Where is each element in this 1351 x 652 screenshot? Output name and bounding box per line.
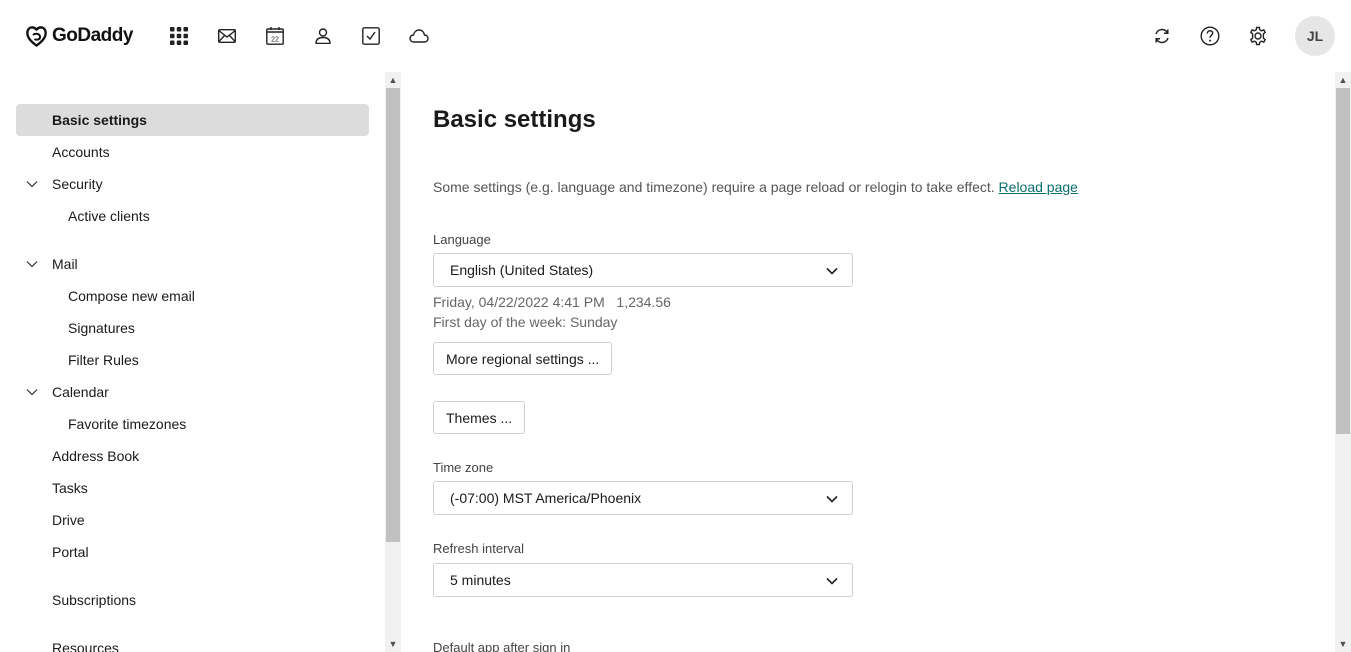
sidebar-item-calendar[interactable]: Calendar [16, 376, 369, 408]
sidebar-item-address-book[interactable]: Address Book [16, 440, 369, 472]
settings-main-panel: Basic settings Some settings (e.g. langu… [401, 72, 1335, 652]
language-value: English (United States) [450, 262, 594, 278]
chevron-down-icon [826, 495, 838, 503]
mail-icon[interactable] [215, 24, 239, 48]
refresh-interval-value: 5 minutes [450, 572, 511, 588]
sidebar-item-subscriptions[interactable]: Subscriptions [16, 584, 369, 616]
settings-sidebar: Basic settings Accounts Security Active … [0, 72, 386, 652]
main-scrollbar-thumb[interactable] [1336, 88, 1350, 434]
godaddy-logo[interactable]: GoDaddy [24, 24, 133, 48]
sidebar-item-basic-settings[interactable]: Basic settings [16, 104, 369, 136]
sidebar-item-filter-rules[interactable]: Filter Rules [16, 344, 369, 376]
first-day-of-week: First day of the week: Sunday [433, 314, 618, 330]
scroll-up-arrow-icon[interactable]: ▲ [386, 73, 400, 87]
sidebar-item-tasks[interactable]: Tasks [16, 472, 369, 504]
sidebar-item-drive[interactable]: Drive [16, 504, 369, 536]
sidebar-item-portal[interactable]: Portal [16, 536, 369, 568]
sidebar-item-signatures[interactable]: Signatures [16, 312, 369, 344]
chevron-down-icon[interactable] [26, 178, 38, 190]
chevron-down-icon [826, 577, 838, 585]
calendar-day: 22 [271, 37, 279, 44]
language-label: Language [433, 232, 491, 247]
calendar-icon[interactable]: 22 [263, 24, 287, 48]
sidebar-item-compose-new-email[interactable]: Compose new email [16, 280, 369, 312]
help-icon[interactable] [1198, 24, 1222, 48]
sidebar-item-resources[interactable]: Resources [16, 632, 369, 652]
scroll-down-arrow-icon[interactable]: ▼ [1336, 637, 1350, 651]
sidebar-item-active-clients[interactable]: Active clients [16, 200, 369, 232]
sidebar-item-label: Basic settings [52, 112, 147, 128]
default-app-label: Default app after sign in [433, 640, 571, 652]
app-grid-icon[interactable] [167, 24, 191, 48]
sidebar-item-accounts[interactable]: Accounts [16, 136, 369, 168]
chevron-down-icon [826, 267, 838, 275]
sidebar-item-label: Calendar [52, 384, 109, 400]
page-title: Basic settings [433, 106, 596, 133]
contacts-icon[interactable] [311, 24, 335, 48]
chevron-down-icon[interactable] [26, 258, 38, 270]
refresh-icon[interactable] [1150, 24, 1174, 48]
timezone-value: (-07:00) MST America/Phoenix [450, 490, 642, 506]
sidebar-item-label: Mail [52, 256, 78, 272]
scroll-down-arrow-icon[interactable]: ▼ [386, 637, 400, 651]
regional-format-preview: Friday, 04/22/2022 4:41 PM 1,234.56 [433, 294, 671, 310]
chevron-down-icon[interactable] [26, 386, 38, 398]
language-select[interactable]: English (United States) [433, 253, 853, 287]
sidebar-item-label: Active clients [68, 208, 150, 224]
sidebar-scrollbar-thumb[interactable] [386, 88, 400, 542]
sidebar-item-label: Accounts [52, 144, 110, 160]
refresh-interval-label: Refresh interval [433, 541, 525, 556]
sidebar-item-label: Signatures [68, 320, 135, 336]
more-regional-settings-button[interactable]: More regional settings ... [433, 342, 613, 375]
reload-page-link[interactable]: Reload page [999, 179, 1078, 195]
sidebar-item-label: Drive [52, 512, 85, 528]
gear-icon[interactable] [1246, 24, 1270, 48]
timezone-select[interactable]: (-07:00) MST America/Phoenix [433, 481, 853, 515]
sidebar-item-label: Subscriptions [52, 592, 137, 608]
reload-hint-text: Some settings (e.g. language and timezon… [433, 179, 995, 195]
sidebar-item-favorite-timezones[interactable]: Favorite timezones [16, 408, 369, 440]
top-bar: GoDaddy 22 JL [0, 0, 1351, 72]
drive-cloud-icon[interactable] [407, 24, 431, 48]
brand-name: GoDaddy [52, 25, 133, 46]
sidebar-item-security[interactable]: Security [16, 168, 369, 200]
tasks-icon[interactable] [359, 24, 383, 48]
sidebar-item-label: Filter Rules [68, 352, 139, 368]
sidebar-item-label: Favorite timezones [68, 416, 187, 432]
timezone-label: Time zone [433, 460, 494, 475]
themes-button[interactable]: Themes ... [433, 401, 526, 434]
scroll-up-arrow-icon[interactable]: ▲ [1336, 73, 1350, 87]
sidebar-item-label: Portal [52, 544, 89, 560]
sidebar-item-label: Compose new email [68, 288, 195, 304]
sidebar-item-label: Security [52, 176, 103, 192]
reload-hint: Some settings (e.g. language and timezon… [433, 179, 1078, 195]
sidebar-item-label: Tasks [52, 480, 88, 496]
sidebar-item-mail[interactable]: Mail [16, 248, 369, 280]
godaddy-logo-icon [26, 26, 47, 47]
refresh-interval-select[interactable]: 5 minutes [433, 563, 853, 597]
sidebar-item-label: Resources [52, 640, 119, 652]
sidebar-item-label: Address Book [52, 448, 140, 464]
avatar[interactable]: JL [1295, 16, 1335, 56]
